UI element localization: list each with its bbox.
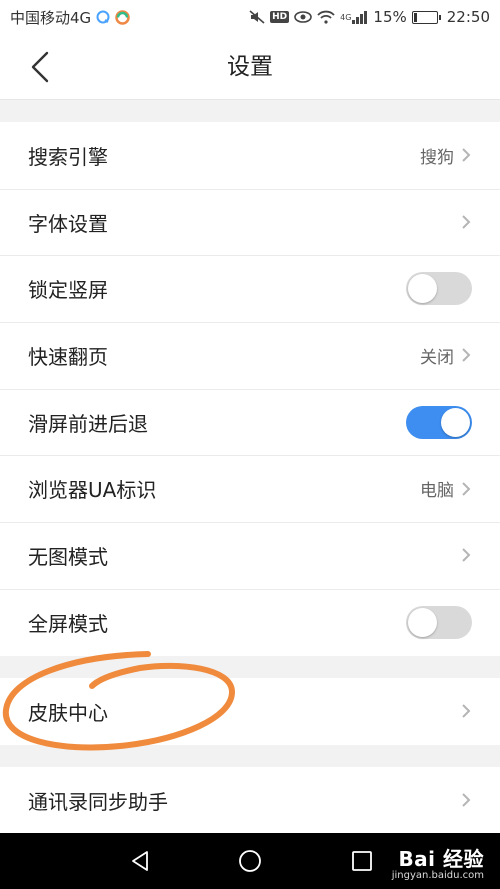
circle-home-icon <box>239 850 261 872</box>
chevron-right-icon <box>462 348 471 363</box>
row-right <box>406 405 472 439</box>
settings-row[interactable]: 锁定竖屏 <box>0 255 500 322</box>
row-right <box>406 605 472 639</box>
status-left: 中国移动4G <box>10 7 130 28</box>
chevron-right-icon <box>462 482 471 496</box>
row-right <box>460 702 472 720</box>
settings-row-value: 电脑 <box>420 481 454 502</box>
status-bar: 中国移动4G HD 4G 15% 22:50 <box>0 0 500 34</box>
watermark-logo: Bai 经验 <box>398 847 484 871</box>
settings-row[interactable]: 全屏模式 <box>0 588 500 656</box>
clock: 22:50 <box>446 8 490 26</box>
settings-row[interactable]: 浏览器UA标识 电脑 <box>0 455 500 522</box>
row-right: 关闭 <box>420 343 472 368</box>
chevron-right-icon <box>462 148 471 163</box>
contacts-sync-label: 通讯录同步助手 <box>28 789 168 814</box>
settings-row[interactable]: 字体设置 <box>0 188 500 256</box>
row-right: 电脑 <box>420 476 472 501</box>
system-navigation-bar: Bai 经验 jingyan.baidu.com <box>0 833 500 889</box>
chevron-right-icon <box>462 215 471 229</box>
row-right <box>460 791 472 809</box>
battery-percent: 15% <box>373 8 407 26</box>
toggle-switch[interactable] <box>406 272 472 306</box>
chevron-right-icon <box>462 704 471 719</box>
nav-back-button[interactable] <box>122 843 158 879</box>
page-title: 设置 <box>227 54 273 80</box>
square-recents-icon <box>352 851 372 871</box>
skin-group: 皮肤中心 <box>0 678 500 745</box>
settings-row-value: 搜狗 <box>420 147 454 168</box>
contacts-sync-row[interactable]: 通讯录同步助手 <box>0 767 500 834</box>
settings-row-label: 无图模式 <box>28 544 108 569</box>
eye-icon <box>294 11 312 23</box>
settings-row[interactable]: 快速翻页 关闭 <box>0 322 500 389</box>
toggle-knob <box>408 274 437 304</box>
settings-row[interactable]: 搜索引擎 搜狗 <box>0 122 500 189</box>
toggle-knob <box>408 607 437 637</box>
hd-badge: HD <box>270 11 290 23</box>
baidu-jingyan-watermark: Bai 经验 jingyan.baidu.com <box>392 843 484 881</box>
settings-row-label: 滑屏前进后退 <box>28 411 148 436</box>
battery-icon <box>411 10 441 24</box>
settings-row-value: 关闭 <box>420 347 454 368</box>
triangle-back-icon <box>132 851 148 871</box>
chevron-right-icon <box>462 548 471 563</box>
settings-row[interactable]: 无图模式 <box>0 522 500 589</box>
toggle-knob <box>441 407 470 437</box>
qq-icon <box>96 10 110 24</box>
title-bar: 设置 <box>0 34 500 100</box>
settings-row[interactable]: 滑屏前进后退 <box>0 388 500 456</box>
toggle-switch[interactable] <box>406 605 472 639</box>
nav-home-button[interactable] <box>232 843 268 879</box>
row-right <box>406 272 472 306</box>
toggle-switch[interactable] <box>406 405 472 439</box>
settings-row-label: 锁定竖屏 <box>28 278 108 303</box>
settings-row-label: 全屏模式 <box>28 611 108 636</box>
chevron-right-icon <box>462 793 471 808</box>
app-notification-icon <box>115 9 130 25</box>
skin-center-row[interactable]: 皮肤中心 <box>0 678 500 745</box>
settings-row-label: 浏览器UA标识 <box>28 478 157 503</box>
nav-recents-button[interactable] <box>344 843 380 879</box>
contacts-group: 通讯录同步助手 <box>0 767 500 834</box>
cellular-signal-icon: 4G <box>340 10 368 24</box>
settings-row-label: 字体设置 <box>28 211 108 236</box>
row-right: 搜狗 <box>420 143 472 168</box>
settings-row-label: 搜索引擎 <box>28 144 108 169</box>
network-type-label: 4G <box>340 12 352 22</box>
row-right <box>460 546 472 564</box>
mute-icon <box>249 10 265 24</box>
status-right: HD 4G 15% 22:50 <box>249 8 490 26</box>
wifi-icon <box>317 10 335 24</box>
carrier-label: 中国移动4G <box>10 8 92 27</box>
row-right <box>460 213 472 231</box>
watermark-url: jingyan.baidu.com <box>391 870 484 881</box>
settings-row-label: 快速翻页 <box>28 344 108 369</box>
settings-group: 搜索引擎 搜狗字体设置锁定竖屏快速翻页 关闭滑屏前进后退 浏览器UA标识 电脑无图模式全… <box>0 122 500 656</box>
skin-center-label: 皮肤中心 <box>28 700 108 725</box>
